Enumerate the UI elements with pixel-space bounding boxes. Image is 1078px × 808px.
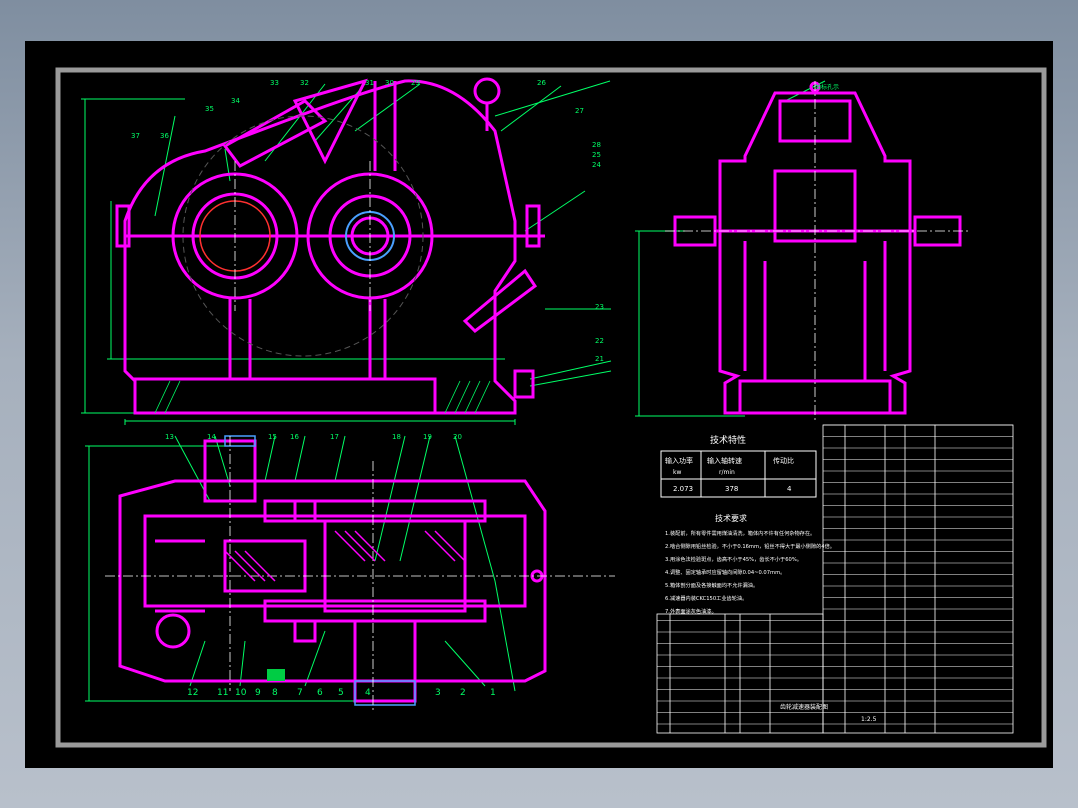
tech-req-line: 6.减速器内装CKC150工业齿轮油。 (665, 594, 747, 602)
part-callout: 36 (160, 132, 169, 140)
part-callout: 19 (423, 433, 432, 441)
part-callout: 30 (385, 79, 394, 87)
part-callout: 16 (290, 433, 299, 441)
part-callout: 32 (300, 79, 309, 87)
plan-view (85, 435, 615, 711)
part-callout: 2 (460, 688, 466, 698)
part-callout: 9 (255, 688, 261, 698)
tech-req-line: 5.箱体剖分面及各接触面均不允许漏油。 (665, 581, 758, 589)
part-callout: 25 (592, 151, 601, 159)
part-callout: 35 (205, 105, 214, 113)
part-callout: 20 (453, 433, 462, 441)
part-callout: 4 (365, 688, 371, 698)
part-callout: 17 (330, 433, 339, 441)
part-callout: 37 (131, 132, 140, 140)
part-callout: 27 (575, 107, 584, 115)
part-callout: 22 (595, 337, 604, 345)
part-callout: 3 (435, 688, 441, 698)
part-callout: 23 (595, 303, 604, 311)
part-callout: 15 (268, 433, 277, 441)
tech-req-line: 3.用涂色法检验斑点，齿高不小于45%，齿长不小于60%。 (665, 555, 802, 563)
part-callout: 28 (592, 141, 601, 149)
part-callout: 6 (317, 688, 323, 698)
part-callout: 1 (490, 688, 496, 698)
part-callout: 7 (297, 688, 303, 698)
part-callout: 29 (411, 79, 420, 87)
part-callout: 21 (595, 355, 604, 363)
side-view (635, 80, 970, 421)
tech-val-speed: 378 (725, 485, 738, 493)
tech-req-line: 4.调整、固定轴承时应留轴向间隙0.04~0.07mm。 (665, 568, 785, 576)
part-callout: 10 (235, 688, 247, 698)
part-callout: 18 (392, 433, 401, 441)
tech-val-power: 2.073 (673, 485, 693, 493)
drawing-name: 齿轮减速器装配图 (780, 703, 828, 711)
tech-unit-power: kw (673, 469, 681, 476)
part-callout: 8 (272, 688, 278, 698)
part-callout: 34 (231, 97, 240, 105)
part-callout: 11 (217, 688, 228, 698)
drawing-sheet: 技术特性 输入功率 输入轴转速 传动比 kw r/min 2.073 378 4… (25, 41, 1053, 768)
part-callout: 14 (207, 433, 216, 441)
cad-drawing: 技术特性 输入功率 输入轴转速 传动比 kw r/min 2.073 378 4… (55, 67, 1047, 748)
tech-unit-speed: r/min (719, 469, 735, 476)
part-callout: 26 (537, 79, 546, 87)
drawing-scale: 1:2.5 (861, 716, 877, 723)
part-callout: 24 (592, 161, 601, 169)
tech-req-line: 1.装配前，所有零件需用煤油清洗，箱体内不许有任何杂物存在。 (665, 529, 815, 537)
side-view-note: 油标孔示 (815, 83, 839, 91)
tech-col-speed: 输入轴转速 (707, 456, 742, 465)
part-marker (267, 669, 285, 681)
tech-col-ratio: 传动比 (773, 456, 794, 465)
part-callout: 12 (187, 688, 198, 698)
tech-col-power: 输入功率 (665, 456, 693, 465)
part-callout: 5 (338, 688, 344, 698)
tech-req-line: 2.啮合侧隙用铅丝检验，不小于0.16mm，铅丝不得大于最小侧隙的4倍。 (665, 542, 835, 550)
front-view (81, 77, 612, 425)
part-callout: 13 (165, 433, 174, 441)
part-callout: 31 (365, 79, 374, 87)
tech-char-title: 技术特性 (710, 434, 746, 446)
tech-req-title: 技术要求 (715, 513, 747, 523)
tech-req-line: 7.外表面涂灰色油漆。 (665, 607, 717, 615)
part-callout: 33 (270, 79, 279, 87)
tech-val-ratio: 4 (787, 485, 792, 493)
